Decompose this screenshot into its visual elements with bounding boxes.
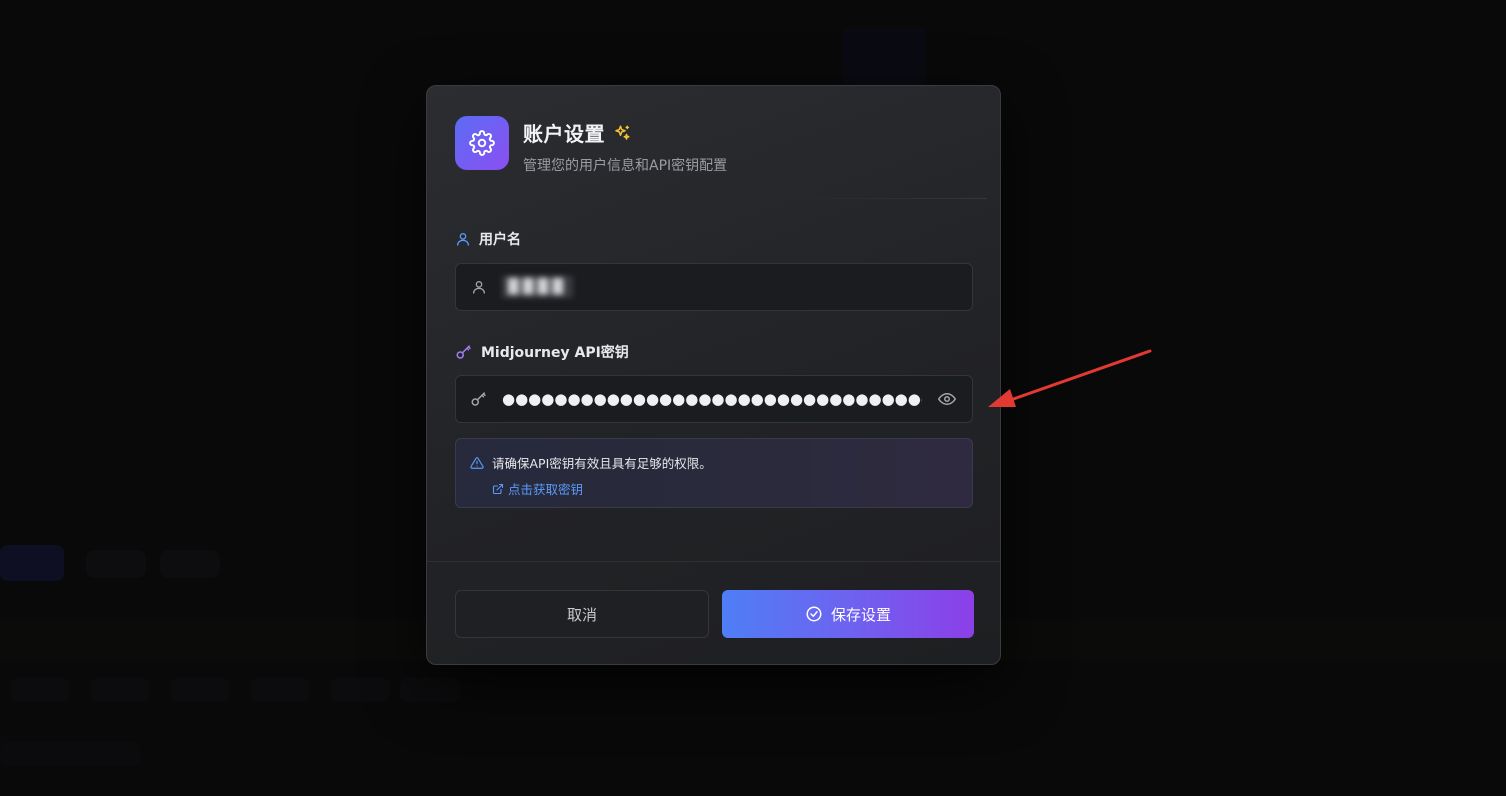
username-label-text: 用户名 [479,232,521,248]
dialog-title: 账户设置 [523,122,605,146]
background-chip [10,678,70,702]
background-tab [86,550,146,578]
sparkles-icon [613,124,631,142]
account-settings-dialog: 账户设置 管理您的用户信息和API密钥配置 用户名 ████ Midjourne… [426,85,1001,665]
gear-icon [455,116,509,170]
api-key-label-text: Midjourney API密钥 [481,345,629,361]
cancel-button[interactable]: 取消 [455,590,709,638]
username-field[interactable]: ████ [455,263,973,311]
external-link-icon [492,483,504,495]
user-icon [455,231,471,247]
save-settings-button[interactable]: 保存设置 [722,590,974,638]
api-key-value: ●●●●●●●●●●●●●●●●●●●●●●●●●●●●●●●●●●●●●●●●… [502,390,922,408]
annotation-arrow-icon [988,349,1152,407]
api-key-notice: 请确保API密钥有效且具有足够的权限。 点击获取密钥 [455,438,973,508]
dialog-subtitle: 管理您的用户信息和API密钥配置 [523,158,728,174]
check-circle-icon [805,605,823,623]
background-tab [0,545,64,581]
background-chip [250,678,310,702]
background-chip [170,678,230,702]
api-key-field[interactable]: ●●●●●●●●●●●●●●●●●●●●●●●●●●●●●●●●●●●●●●●●… [455,375,973,423]
notice-text: 请确保API密钥有效且具有足够的权限。 [492,456,712,471]
notice-message-row: 请确保API密钥有效且具有足够的权限。 [470,453,958,472]
title-row: 账户设置 [523,118,727,147]
background-chip [330,678,390,702]
background-chip [90,678,150,702]
background-element [842,28,926,88]
user-icon [456,279,502,295]
header-divider [787,198,987,199]
background-text [0,742,140,766]
key-icon [455,343,473,361]
cancel-button-label: 取消 [566,605,597,624]
key-icon [456,390,502,408]
background-tab [160,550,220,578]
footer-divider [427,561,1000,562]
dialog-header-text: 账户设置 管理您的用户信息和API密钥配置 [523,118,727,175]
warning-triangle-icon [470,456,484,470]
dialog-header: 账户设置 管理您的用户信息和API密钥配置 [455,116,727,175]
get-key-link-text[interactable]: 点击获取密钥 [508,479,583,498]
username-value: ████ [502,276,574,298]
get-key-link[interactable]: 点击获取密钥 [492,479,958,498]
save-button-label: 保存设置 [830,605,891,624]
background-chip [400,678,460,702]
username-label: 用户名 [455,229,521,249]
eye-icon[interactable] [922,390,972,408]
api-key-label: Midjourney API密钥 [455,342,629,362]
